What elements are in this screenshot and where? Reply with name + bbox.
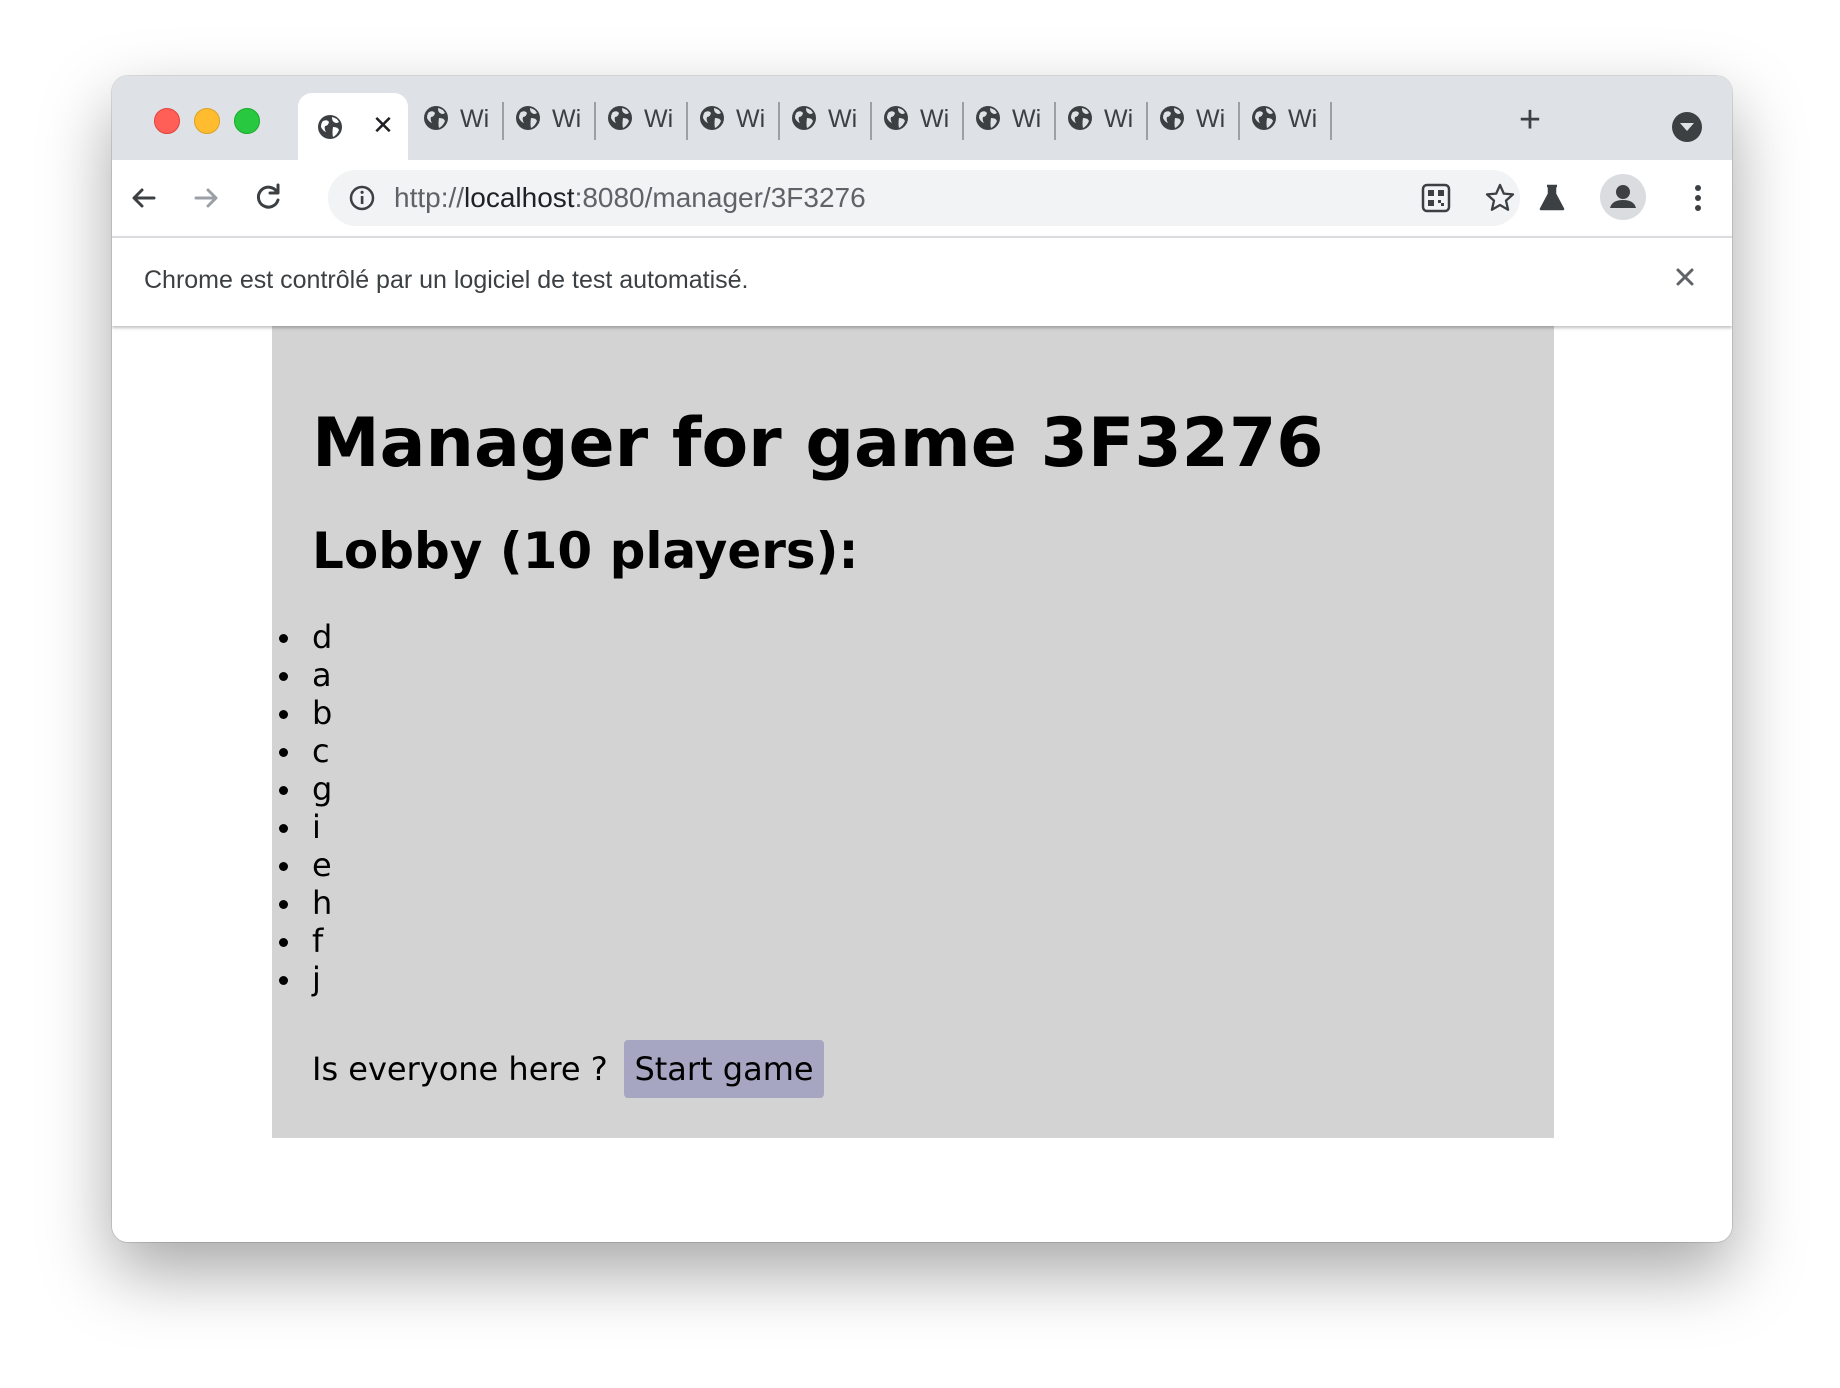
tab-title: Wi — [1288, 105, 1318, 133]
ready-question: Is everyone here ? — [312, 1050, 608, 1088]
player-list-item: i — [272, 808, 332, 846]
url-host: localhost — [464, 182, 575, 213]
globe-icon — [1252, 106, 1276, 130]
page-viewport: Manager for game 3F3276 Lobby (10 player… — [112, 326, 1732, 1242]
manager-panel: Manager for game 3F3276 Lobby (10 player… — [272, 326, 1554, 1138]
url-scheme: http:// — [394, 182, 465, 213]
automation-infobar: Chrome est contrôlé par un logiciel de t… — [112, 236, 1732, 326]
player-list-item: h — [272, 884, 332, 922]
tab-title: Wi — [920, 105, 950, 133]
player-list-item: g — [272, 770, 332, 808]
info-icon[interactable] — [348, 184, 376, 212]
browser-tab[interactable]: Wi — [412, 96, 504, 144]
window-close-button[interactable] — [154, 108, 180, 134]
new-tab-button[interactable]: + — [1510, 100, 1550, 140]
lobby-heading: Lobby (10 players): — [312, 522, 859, 580]
url-text[interactable]: http://localhost:8080/manager/3F3276 — [394, 182, 866, 214]
player-list-item: f — [272, 922, 332, 960]
globe-icon — [792, 106, 816, 130]
browser-window: ✕ Wi Wi Wi Wi Wi Wi Wi Wi Wi Wi + http://localhos… — [112, 76, 1732, 1242]
tab-separator — [1330, 102, 1332, 140]
infobar-message: Chrome est contrôlé par un logiciel de t… — [144, 266, 749, 294]
close-icon[interactable] — [1670, 262, 1700, 292]
tab-close-icon[interactable]: ✕ — [370, 113, 396, 139]
globe-icon — [318, 115, 342, 139]
tab-title: Wi — [1196, 105, 1226, 133]
more-vert-icon[interactable] — [1678, 178, 1718, 218]
reload-icon[interactable] — [248, 178, 288, 218]
globe-icon — [1068, 106, 1092, 130]
globe-icon — [1160, 106, 1184, 130]
browser-tab[interactable]: Wi — [504, 96, 596, 144]
player-list-item: b — [272, 694, 332, 732]
active-tab[interactable]: ✕ — [298, 93, 408, 163]
browser-tab[interactable]: Wi — [1240, 96, 1332, 144]
browser-tab[interactable]: Wi — [964, 96, 1056, 144]
browser-tab[interactable]: Wi — [872, 96, 964, 144]
tab-title: Wi — [828, 105, 858, 133]
profile-avatar[interactable] — [1600, 174, 1646, 220]
person-icon — [1610, 185, 1636, 208]
globe-icon — [424, 106, 448, 130]
labs-flask-icon[interactable] — [1532, 178, 1572, 218]
globe-icon — [884, 106, 908, 130]
qr-code-icon[interactable] — [1420, 182, 1452, 214]
tab-search-icon[interactable] — [1672, 112, 1702, 142]
globe-icon — [516, 106, 540, 130]
player-list-item: e — [272, 846, 332, 884]
player-list-item: d — [272, 618, 332, 656]
window-maximize-button[interactable] — [234, 108, 260, 134]
player-list-item: a — [272, 656, 332, 694]
browser-tab[interactable]: Wi — [1148, 96, 1240, 144]
bookmark-star-icon[interactable] — [1484, 182, 1516, 214]
address-bar[interactable]: http://localhost:8080/manager/3F3276 — [328, 170, 1520, 226]
browser-tab[interactable]: Wi — [1056, 96, 1148, 144]
browser-tab[interactable]: Wi — [780, 96, 872, 144]
url-path: :8080/manager/3F3276 — [574, 182, 866, 213]
start-game-button[interactable]: Start game — [624, 1040, 824, 1098]
tab-title: Wi — [644, 105, 674, 133]
globe-icon — [976, 106, 1000, 130]
globe-icon — [700, 106, 724, 130]
window-minimize-button[interactable] — [194, 108, 220, 134]
tab-title: Wi — [1104, 105, 1134, 133]
page-title: Manager for game 3F3276 — [312, 404, 1324, 483]
tab-title: Wi — [1012, 105, 1042, 133]
tab-title: Wi — [736, 105, 766, 133]
tab-title: Wi — [460, 105, 490, 133]
browser-tab[interactable]: Wi — [596, 96, 688, 144]
tab-strip: ✕ Wi Wi Wi Wi Wi Wi Wi Wi Wi Wi + — [112, 76, 1732, 163]
back-arrow-icon[interactable] — [124, 178, 164, 218]
players-list: dabcgiehfj — [272, 618, 332, 998]
toolbar: http://localhost:8080/manager/3F3276 — [112, 160, 1732, 236]
forward-arrow-icon[interactable] — [186, 178, 226, 218]
player-list-item: c — [272, 732, 332, 770]
tab-title: Wi — [552, 105, 582, 133]
globe-icon — [608, 106, 632, 130]
browser-tab[interactable]: Wi — [688, 96, 780, 144]
player-list-item: j — [272, 960, 332, 998]
